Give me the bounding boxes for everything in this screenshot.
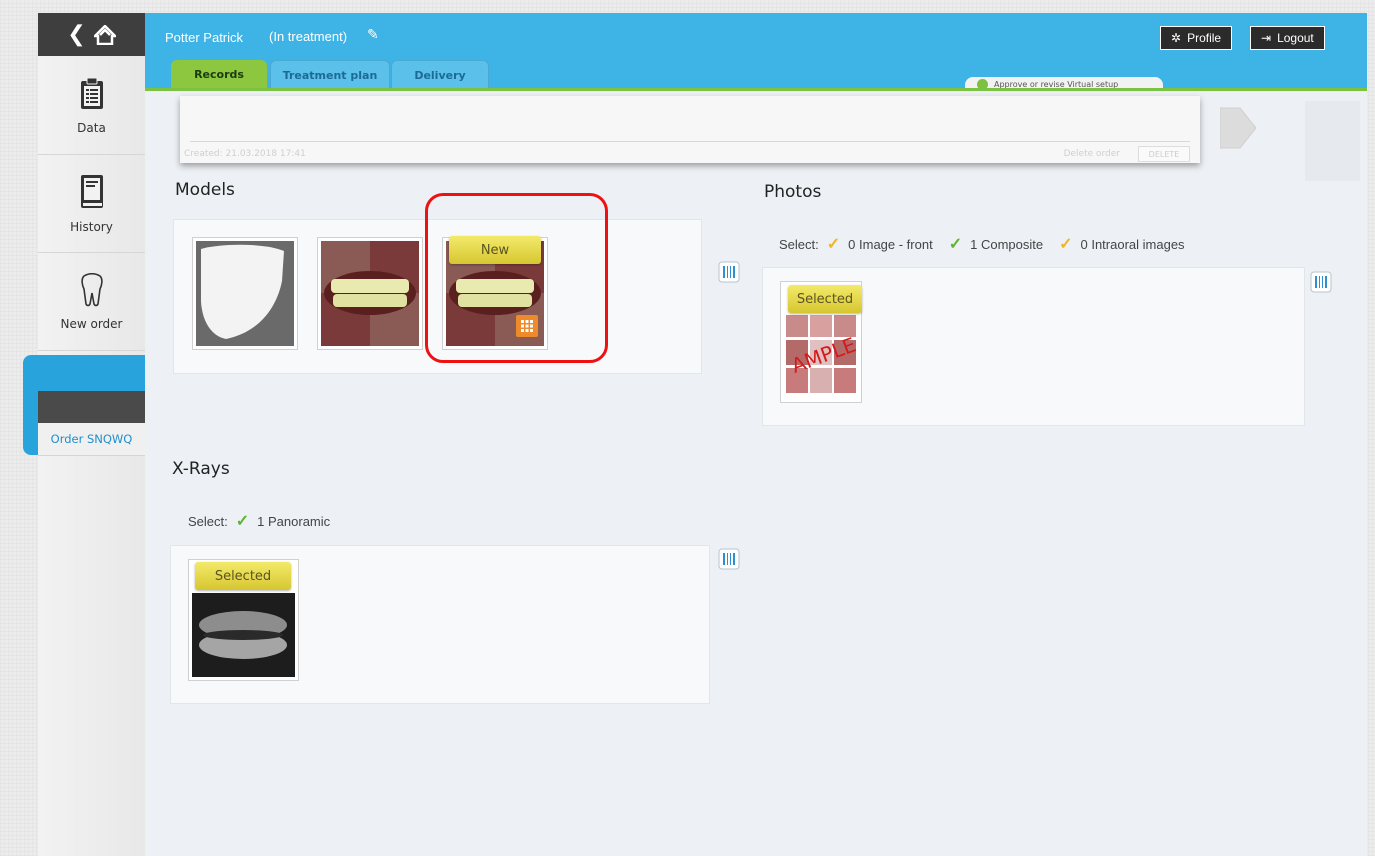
tab-delivery[interactable]: Delivery <box>391 60 489 89</box>
xrays-panel: Selected <box>170 545 710 704</box>
patient-name: Potter Patrick <box>165 30 244 45</box>
check-icon: ✓ <box>948 236 963 253</box>
delete-order-label: Delete order <box>1063 149 1120 159</box>
tooth-icon <box>80 272 103 306</box>
sidebar-item-new-order[interactable]: New order <box>38 253 145 351</box>
select-label: Select: <box>779 236 819 252</box>
photo-option-composite[interactable]: 1 Composite <box>970 237 1043 252</box>
sidebar-item-label: History <box>70 219 113 234</box>
sidebar: ❮ Data History New order Order SNQWQ <box>23 13 146 856</box>
book-icon <box>80 174 103 208</box>
photos-select-bar: Select: ✓ 0 Image - front ✓ 1 Composite … <box>779 234 1185 254</box>
order-label[interactable]: Order SNQWQ <box>38 423 145 456</box>
delete-button[interactable]: DELETE <box>1138 146 1190 162</box>
logout-button[interactable]: ⇥ Logout <box>1250 26 1325 50</box>
order-entry[interactable]: Order SNQWQ <box>23 355 145 456</box>
chevron-left-icon: ❮ <box>67 21 86 47</box>
photo-option-front[interactable]: 0 Image - front <box>848 237 933 252</box>
barcode-icon[interactable] <box>1310 271 1332 293</box>
clipboard-icon <box>80 77 103 109</box>
xray-option-panoramic[interactable]: 1 Panoramic <box>257 514 330 529</box>
sidebar-item-data[interactable]: Data <box>38 57 145 155</box>
highlight-annotation <box>425 193 608 363</box>
faint-preview <box>1305 101 1360 181</box>
photos-title: Photos <box>764 182 822 202</box>
logout-icon: ⇥ <box>1261 31 1272 45</box>
xrays-select-bar: Select: ✓ 1 Panoramic <box>188 511 330 531</box>
created-date: Created: 21.03.2018 17:41 <box>184 149 306 159</box>
arrow-right-icon[interactable] <box>1220 100 1258 156</box>
sidebar-item-label: Data <box>77 120 106 135</box>
profile-button[interactable]: ✲ Profile <box>1160 26 1233 50</box>
tab-records[interactable]: Records <box>171 60 267 88</box>
aligner-image <box>196 241 294 346</box>
sidebar-item-label: New order <box>60 316 123 331</box>
sidebar-item-history[interactable]: History <box>38 155 145 253</box>
model-thumbnail[interactable] <box>317 237 423 350</box>
select-label: Select: <box>188 513 228 529</box>
check-icon: ✓ <box>1059 236 1073 253</box>
selected-badge: Selected <box>195 562 291 590</box>
barcode-icon[interactable] <box>718 261 740 283</box>
profile-label: Profile <box>1187 31 1222 45</box>
tab-treatment-plan[interactable]: Treatment plan <box>270 60 390 89</box>
teeth-model-image <box>321 241 419 346</box>
order-info-panel: Created: 21.03.2018 17:41 Delete order D… <box>180 96 1200 163</box>
photo-option-intraoral[interactable]: 0 Intraoral images <box>1081 237 1185 252</box>
back-home-button[interactable]: ❮ <box>38 13 145 56</box>
logout-label: Logout <box>1277 31 1314 45</box>
photos-panel: AMPLE Selected <box>762 267 1305 426</box>
gear-icon: ✲ <box>1171 31 1182 45</box>
model-thumbnail[interactable] <box>192 237 298 350</box>
xrays-title: X-Rays <box>172 459 230 479</box>
selected-badge: Selected <box>788 285 862 313</box>
pencil-icon[interactable]: ✎ <box>367 27 379 43</box>
home-icon <box>93 24 116 45</box>
app-window: ❮ Data History New order Order SNQWQ Pot… <box>23 13 1367 856</box>
header: Potter Patrick (In treatment) ✎ ✲ Profil… <box>145 13 1367 91</box>
treatment-status: (In treatment) <box>269 29 348 44</box>
main-content: Created: 21.03.2018 17:41 Delete order D… <box>145 91 1367 856</box>
check-icon: ✓ <box>235 513 250 530</box>
barcode-icon[interactable] <box>718 548 740 570</box>
check-icon: ✓ <box>826 236 841 253</box>
models-title: Models <box>175 180 235 200</box>
